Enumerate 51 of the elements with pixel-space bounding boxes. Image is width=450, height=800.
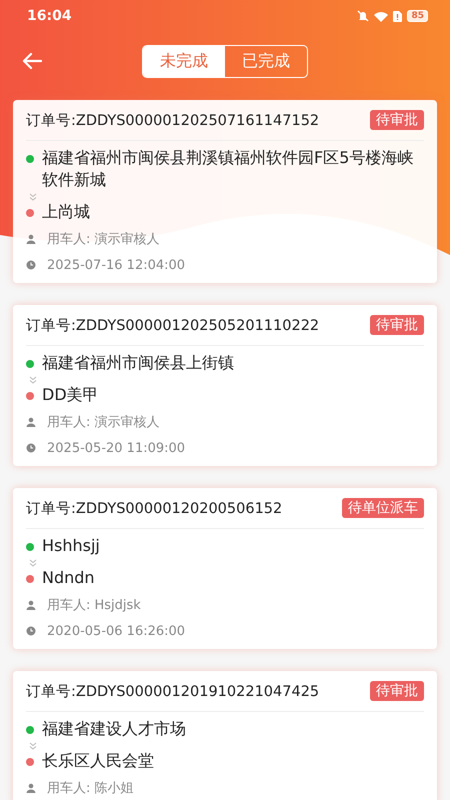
passenger-name: 用车人: 陈小姐 [47,780,134,797]
status-badge: 待单位派车 [342,498,424,518]
end-dot-icon [26,209,34,217]
order-card[interactable]: 订单号:ZDDYS000001202505201110222 待审批 福建省福州市闽侯县上街镇 DD美甲 用车人: 演示审核人 2025-05-20 11:09:00 [13,305,437,466]
order-card[interactable]: 订单号:ZDDYS000001201910221047425 待审批 福建省建设人才市场 长乐区人民会堂 用车人: 陈小姐 [13,671,437,800]
end-address: DD美甲 [42,384,99,406]
start-address: 福建省福州市闽侯县上街镇 [42,352,234,374]
order-time: 2025-07-16 12:04:00 [47,258,186,272]
chevron-down-icon [29,193,37,201]
end-dot-icon [26,758,34,766]
start-dot-icon [26,543,34,551]
end-dot-icon [26,392,34,400]
end-address: 上尚城 [42,201,90,223]
passenger-name: 用车人: 演示审核人 [47,231,160,248]
clock-icon [26,626,36,636]
person-icon [26,234,36,244]
start-dot-icon [26,360,34,368]
passenger-name: 用车人: Hsjdjsk [47,597,141,614]
start-address: 福建省福州市闽侯县荆溪镇福州软件园F区5号楼海峡软件新城 [42,147,414,191]
chevron-down-icon [29,559,37,567]
status-badge: 待审批 [370,681,424,701]
order-time: 2025-05-20 11:09:00 [47,440,186,456]
person-icon [26,417,36,427]
order-card[interactable]: 订单号:ZDDYS000001202507161147152 待审批 福建省福州市闽侯县荆溪镇福州软件园F区5号楼海峡软件新城 上尚城 用车人: 演示审核人 2025-07-16 12:04:00 [13,100,437,283]
passenger-name: 用车人: 演示审核人 [47,414,160,431]
muted-bell-icon [357,10,370,22]
order-number: 订单号:ZDDYS000001202505201110222 [26,316,320,334]
person-icon [26,783,36,793]
back-arrow-icon[interactable] [22,52,42,70]
order-number: 订单号:ZDDYS000001201910221047425 [26,682,320,700]
order-number: 订单号:ZDDYS000001202507161147152 [26,112,320,130]
end-dot-icon [26,575,34,583]
order-number: 订单号:ZDDYS00000120200506152 [26,500,282,518]
start-address: 福建省建设人才市场 [42,718,186,740]
status-badge: 待审批 [370,110,424,130]
start-dot-icon [26,726,34,734]
chevron-down-icon [29,376,37,384]
battery-level: 85 [407,10,428,22]
order-time: 2020-05-06 16:26:00 [47,624,186,638]
order-card[interactable]: 订单号:ZDDYS00000120200506152 待单位派车 Hshhsjj Ndndn 用车人: Hsjdjsk 2020-05-06 16:26:00 [13,488,437,649]
clock-icon [26,260,36,270]
wifi-icon [374,10,388,22]
end-address: Ndndn [42,567,95,589]
end-address: 长乐区人民会堂 [42,750,154,772]
start-dot-icon [26,155,34,163]
person-icon [26,600,36,610]
clock-time: 16:04 [27,8,72,24]
chevron-down-icon [29,742,37,750]
status-badge: 待审批 [370,315,424,335]
clock-icon [26,443,36,453]
start-address: Hshhsjj [42,535,100,557]
